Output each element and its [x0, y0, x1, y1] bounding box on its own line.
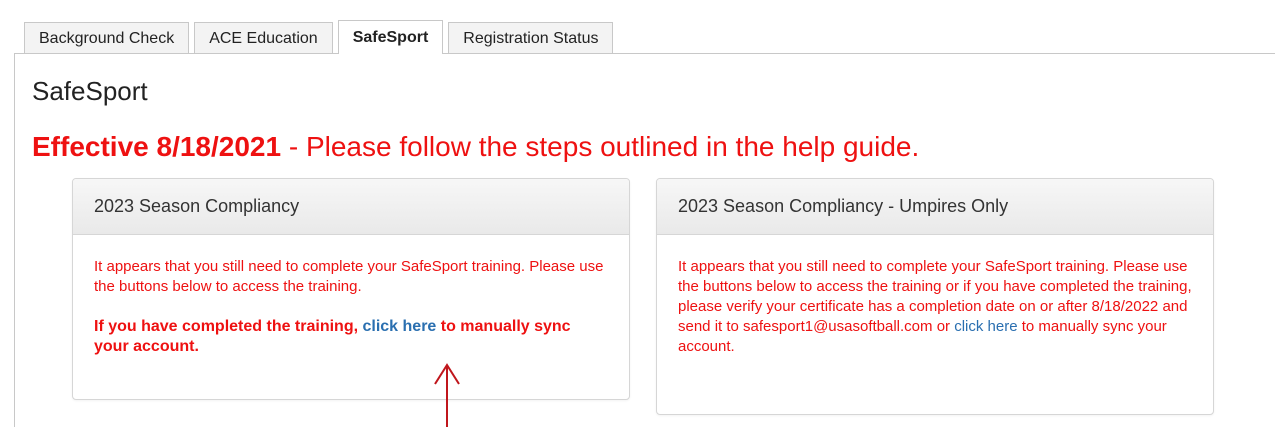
page: Background Check ACE Education SafeSport…	[0, 0, 1275, 427]
panel-body: It appears that you still need to comple…	[73, 235, 629, 357]
umpires-compliancy-panel: 2023 Season Compliancy - Umpires Only It…	[656, 178, 1214, 415]
tab-ace-education[interactable]: ACE Education	[194, 22, 333, 54]
season-compliancy-panel: 2023 Season Compliancy It appears that y…	[72, 178, 630, 400]
tab-registration-status[interactable]: Registration Status	[448, 22, 614, 54]
panel-heading: 2023 Season Compliancy - Umpires Only	[657, 179, 1213, 235]
sync-link[interactable]: click here	[362, 318, 436, 335]
notice-date: Effective 8/18/2021	[32, 131, 282, 162]
panel-body: It appears that you still need to comple…	[657, 235, 1213, 357]
training-message: It appears that you still need to comple…	[94, 258, 604, 295]
tab-bar: Background Check ACE Education SafeSport…	[24, 20, 618, 54]
up-arrow-icon	[434, 363, 460, 427]
tab-background-check[interactable]: Background Check	[24, 22, 190, 54]
sync-prefix: If you have completed the training,	[94, 318, 363, 335]
tab-safesport[interactable]: SafeSport	[337, 20, 444, 54]
page-title: SafeSport	[32, 76, 148, 106]
umpire-message: It appears that you still need to comple…	[678, 257, 1192, 357]
notice-text: - Please follow the steps outlined in th…	[281, 131, 920, 162]
panel-heading: 2023 Season Compliancy	[73, 179, 629, 235]
sync-message: If you have completed the training, clic…	[94, 317, 608, 357]
effective-notice: Effective 8/18/2021 - Please follow the …	[32, 131, 919, 163]
umpire-sync-link[interactable]: click here	[954, 318, 1017, 335]
